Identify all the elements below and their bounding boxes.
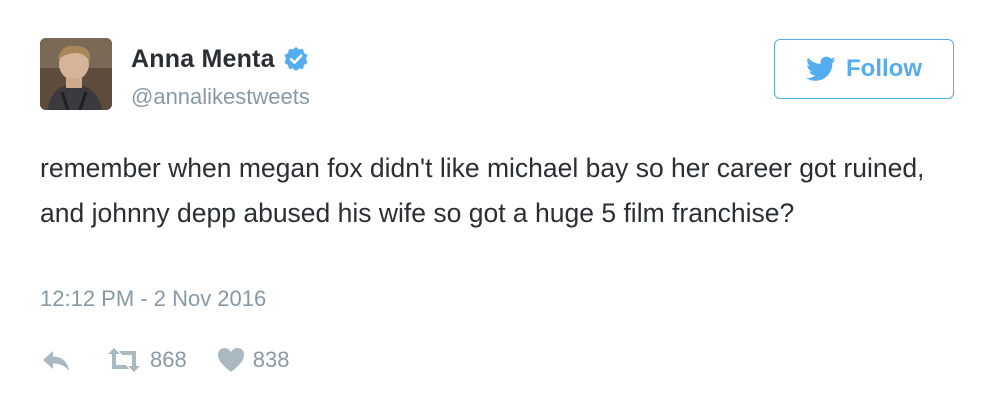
like-button[interactable]: 838 (217, 347, 290, 373)
tweet-timestamp[interactable]: 12:12 PM - 2 Nov 2016 (40, 286, 266, 312)
user-handle[interactable]: @annalikestweets (131, 84, 310, 110)
retweet-button[interactable]: 868 (106, 347, 187, 373)
verified-badge-icon (284, 47, 308, 71)
user-name-row: Anna Menta (131, 42, 309, 76)
follow-label: Follow (846, 55, 922, 82)
follow-button[interactable]: Follow (774, 39, 954, 99)
avatar-image (40, 38, 112, 110)
reply-icon (43, 351, 69, 371)
tweet-text: remember when megan fox didn't like mich… (40, 153, 925, 228)
tweet-actions: 868 838 (40, 343, 289, 377)
display-name[interactable]: Anna Menta (131, 45, 275, 74)
avatar[interactable] (40, 38, 112, 110)
retweet-icon (108, 348, 140, 372)
like-count: 838 (252, 347, 290, 372)
reply-button[interactable] (40, 347, 72, 373)
retweet-count: 868 (150, 347, 187, 372)
twitter-bird-icon (806, 56, 836, 81)
embedded-tweet: Anna Menta @annalikestweets Follow remem… (0, 0, 994, 404)
heart-icon (217, 348, 244, 372)
